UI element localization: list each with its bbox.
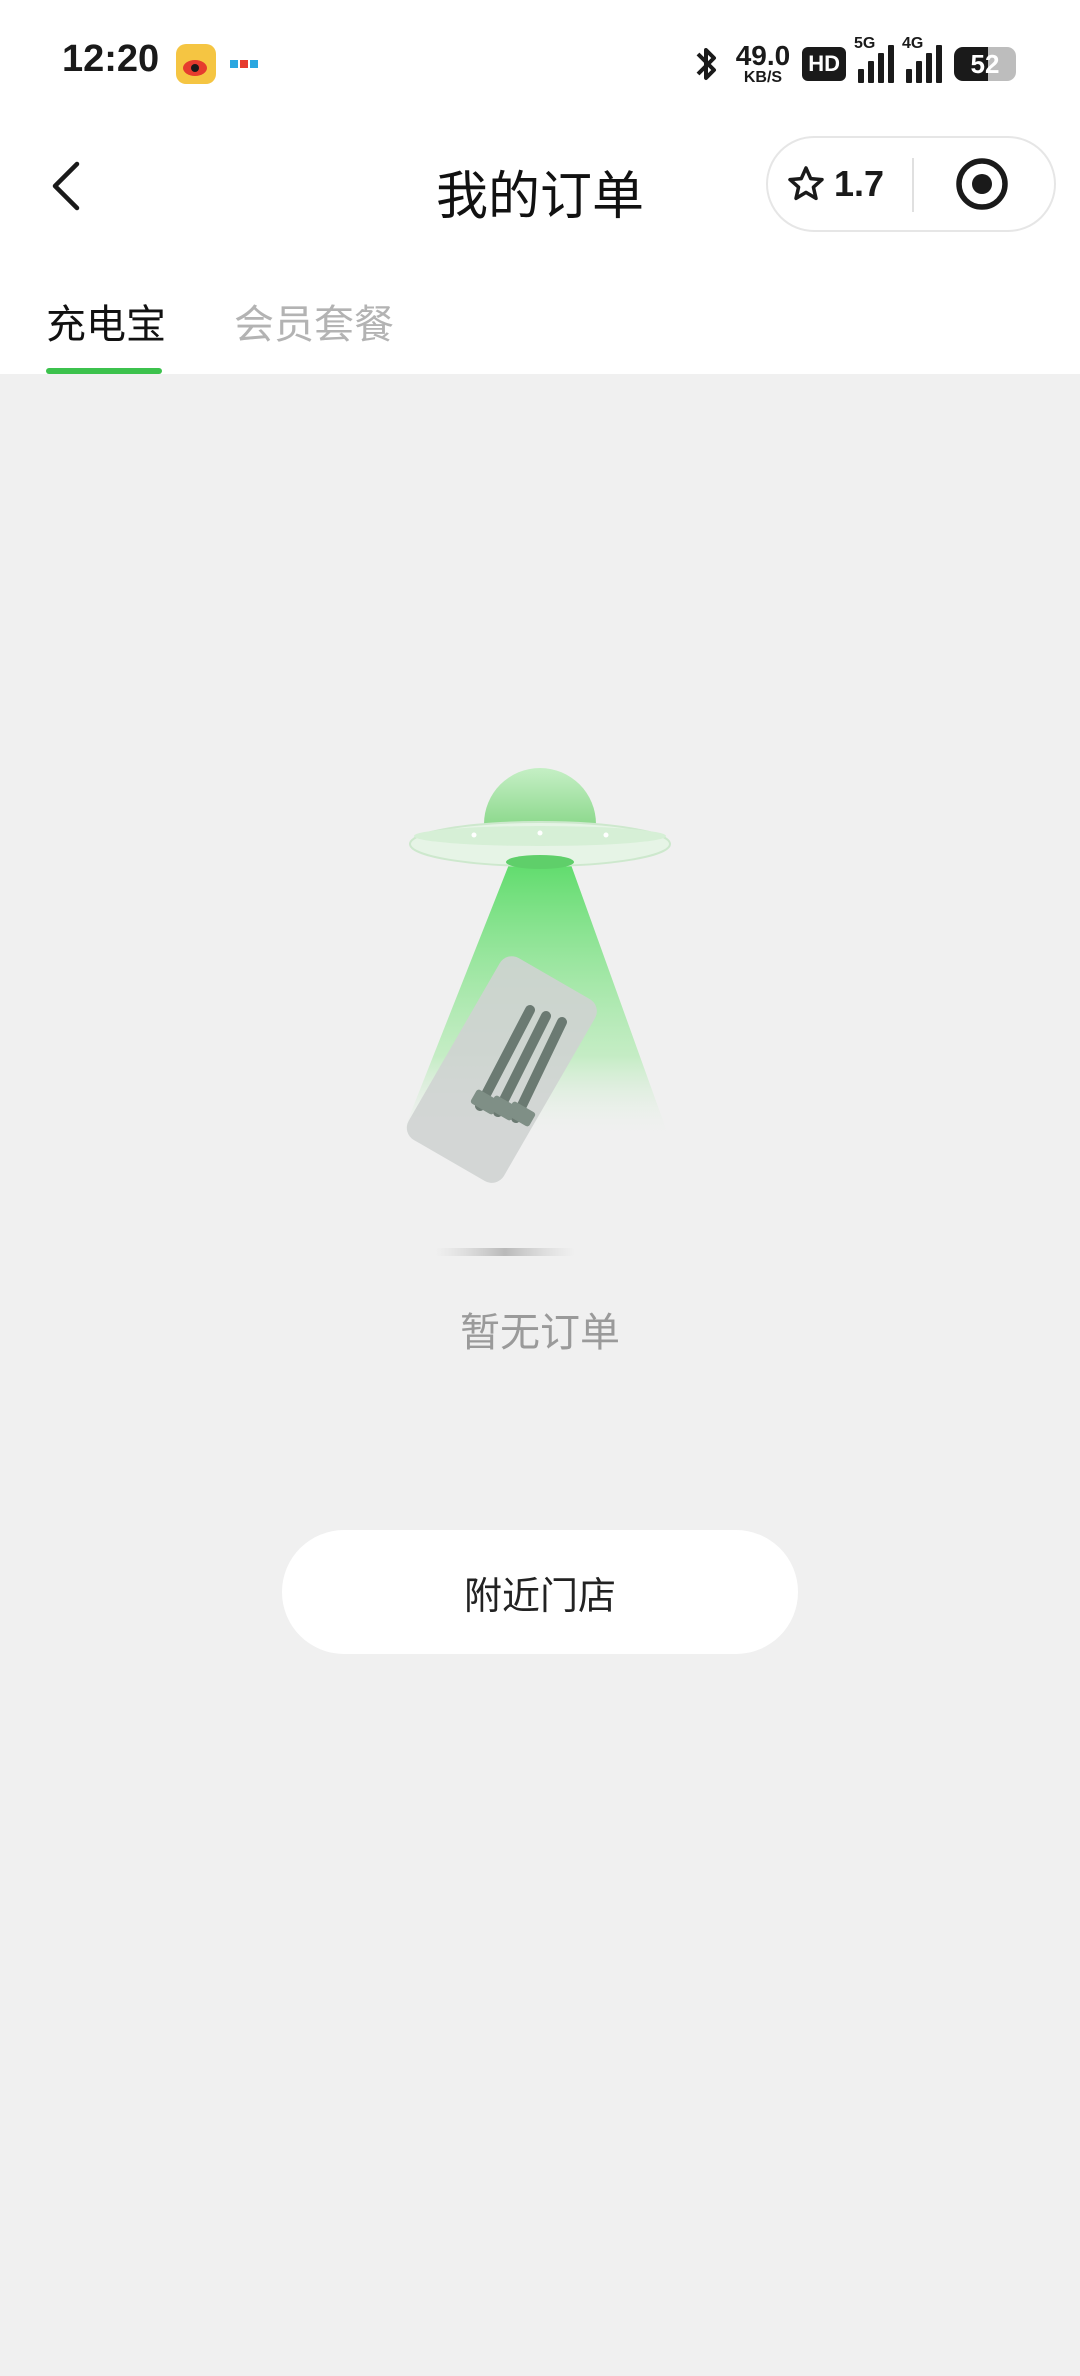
nav-bar: 我的订单 1.7 [0,130,1080,240]
status-time: 12:20 [62,38,160,80]
tab-powerbank[interactable]: 充电宝 [46,292,166,350]
rating-button[interactable]: 1.7 [786,138,884,230]
nearby-stores-button[interactable]: 附近门店 [282,1530,798,1654]
status-icons: 49.0 KB/S HD 5G 4G 52 [690,35,1016,88]
star-icon [788,166,824,201]
order-tabs: 充电宝 会员套餐 [0,280,1080,374]
ufo-powerbank-illustration [400,768,671,1256]
signal-5g-label: 5G [854,35,876,52]
weibo-icon [176,44,216,84]
net-speed-value: 49.0 [735,40,791,71]
rating-score: 1.7 [834,163,885,204]
hd-badge: HD [802,47,846,81]
signal-4g-label: 4G [902,35,924,52]
tab-membership[interactable]: 会员套餐 [234,292,394,350]
net-speed-unit: KB/S [743,69,783,86]
net-speed: 49.0 KB/S [736,42,791,86]
battery-icon: 52 [954,47,1016,81]
status-bar: 12:20 49.0 KB/S HD 5G 4G 52 [0,0,1080,130]
tencent-icon [230,56,258,75]
header-area: 12:20 49.0 KB/S HD 5G 4G 52 我的订单 1.7 充电宝… [0,0,1080,374]
empty-state-text: 暂无订单 [460,1310,620,1356]
signal-icon: 4G [902,35,942,83]
tab-active-indicator [46,368,162,374]
target-icon[interactable] [954,156,1010,212]
miniprogram-capsule: 1.7 [766,136,1056,232]
bluetooth-icon [696,48,716,80]
capsule-divider [912,158,914,212]
signal-icon: 5G [854,35,894,83]
